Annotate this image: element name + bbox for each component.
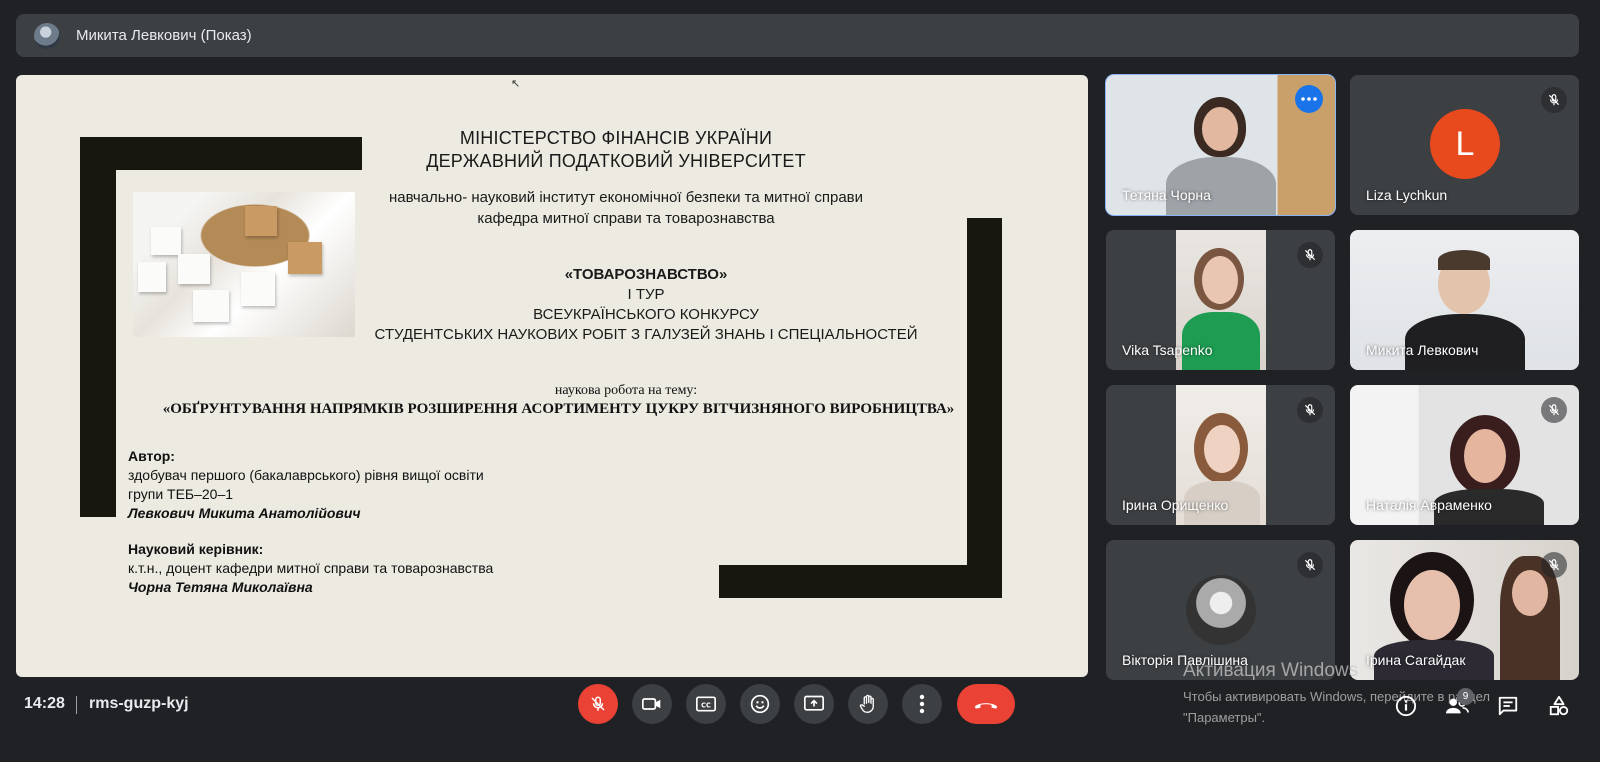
frame-top-left	[80, 137, 362, 170]
ministry-header: МІНІСТЕРСТВО ФІНАНСІВ УКРАЇНИ ДЕРЖАВНИЙ …	[396, 127, 836, 173]
brown-sugar-cube	[245, 206, 277, 236]
ministry-line: МІНІСТЕРСТВО ФІНАНСІВ УКРАЇНИ	[459, 128, 773, 148]
chat-icon	[1498, 696, 1518, 716]
hang-up-icon	[974, 703, 998, 709]
hand-icon	[859, 694, 874, 713]
participant-name: Ірина Сагайдак	[1366, 652, 1466, 668]
institute-header: навчально- науковий інститут економічної…	[376, 187, 876, 229]
divider	[76, 696, 77, 714]
mic-off-icon	[1541, 87, 1567, 113]
participant-tile[interactable]: Микита Левкович	[1350, 230, 1579, 370]
reactions-button[interactable]	[740, 684, 780, 724]
chat-button[interactable]	[1495, 693, 1521, 719]
contest-round: І ТУР	[627, 286, 665, 303]
author-heading: Автор:	[128, 448, 175, 464]
advisor-heading: Науковий керівник:	[128, 541, 264, 557]
camera-icon	[642, 698, 661, 710]
participant-tile[interactable]: Ірина Орищенко	[1106, 385, 1335, 525]
mic-off-icon	[591, 696, 605, 711]
sugar-cube	[241, 272, 275, 306]
participant-name: Наталія Авраменко	[1366, 497, 1492, 513]
presentation-slide: ↖ МІНІСТЕРСТВО ФІНАНСІВ УКРАЇНИ ДЕРЖАВНИ…	[16, 75, 1088, 677]
activities-icon	[1549, 695, 1569, 716]
raise-hand-button[interactable]	[848, 684, 888, 724]
advisor-block: Науковий керівник: к.т.н., доцент кафедр…	[128, 540, 493, 597]
frame-bottom-right	[719, 565, 1002, 598]
participant-count-badge: 9	[1457, 688, 1474, 705]
mic-off-icon	[1541, 552, 1567, 578]
participant-name: Vika Tsapenko	[1122, 342, 1213, 358]
participant-name: Микита Левкович	[1366, 342, 1479, 358]
sugar-cube	[138, 262, 166, 292]
contest-title: ВСЕУКРАЇНСЬКОГО КОНКУРСУ	[533, 306, 759, 323]
author-degree: здобувач першого (бакалаврського) рівня …	[128, 467, 484, 483]
presenter-name: Микита Левкович (Показ)	[76, 27, 252, 44]
presenter-avatar	[34, 22, 60, 49]
meeting-code: rms-guzp-kyj	[89, 695, 189, 712]
mic-off-icon	[1297, 552, 1323, 578]
closed-captions-icon: CC	[696, 696, 716, 712]
participant-tile[interactable]: Ірина Сагайдак	[1350, 540, 1579, 680]
avatar: L	[1430, 109, 1500, 179]
contest-block: «ТОВАРОЗНАВСТВО» І ТУР ВСЕУКРАЇНСЬКОГО К…	[356, 265, 936, 345]
contest-name: «ТОВАРОЗНАВСТВО»	[564, 266, 728, 283]
participant-tile[interactable]: L Liza Lychkun	[1350, 75, 1579, 215]
institute-line: навчально- науковий інститут економічної…	[388, 189, 864, 206]
meeting-info-button[interactable]	[1393, 693, 1419, 719]
participant-name: Тетяна Чорна	[1122, 187, 1211, 203]
advisor-title: к.т.н., доцент кафедри митної справи та …	[128, 560, 494, 576]
topic-title: «ОБҐРУНТУВАННЯ НАПРЯМКІВ РОЗШИРЕННЯ АСОР…	[162, 401, 955, 417]
mic-off-icon	[1297, 242, 1323, 268]
sugar-cube	[178, 254, 210, 284]
participant-name: Ірина Орищенко	[1122, 497, 1229, 513]
sugar-cube	[151, 227, 181, 255]
info-icon	[1395, 695, 1417, 717]
more-options-icon[interactable]	[1295, 85, 1323, 113]
emoji-icon	[750, 694, 770, 714]
svg-text:CC: CC	[701, 701, 711, 709]
author-name: Левкович Микита Анатолійович	[128, 505, 361, 521]
sugar-image	[133, 192, 355, 337]
participant-name: Liza Lychkun	[1366, 187, 1448, 203]
author-group: групи ТЕБ–20–1	[128, 486, 234, 502]
mic-off-icon	[1541, 397, 1567, 423]
end-call-button[interactable]	[957, 684, 1015, 724]
presenter-bar[interactable]: Микита Левкович (Показ)	[16, 14, 1579, 57]
contest-subtitle: СТУДЕНТСЬКИХ НАУКОВИХ РОБІТ З ГАЛУЗЕЙ ЗН…	[374, 326, 918, 343]
mic-off-icon	[1297, 397, 1323, 423]
captions-button[interactable]: CC	[686, 684, 726, 724]
sugar-cube	[193, 290, 229, 322]
mouse-cursor-icon: ↖	[511, 78, 521, 90]
advisor-name: Чорна Тетяна Миколаївна	[128, 579, 313, 595]
present-screen-button[interactable]	[794, 684, 834, 724]
more-vert-icon	[919, 694, 925, 714]
participant-tile[interactable]: Вікторія Павлішина	[1106, 540, 1335, 680]
topic-label: наукова робота на тему:	[554, 383, 698, 398]
author-block: Автор: здобувач першого (бакалаврського)…	[128, 447, 484, 523]
clock: 14:28	[24, 695, 65, 712]
frame-left	[80, 137, 116, 517]
more-options-button[interactable]	[902, 684, 942, 724]
mic-toggle-button[interactable]	[578, 684, 618, 724]
brown-sugar-cube	[288, 242, 322, 274]
participant-tile[interactable]: Vika Tsapenko	[1106, 230, 1335, 370]
camera-toggle-button[interactable]	[632, 684, 672, 724]
avatar	[1186, 575, 1256, 645]
participant-tile[interactable]: Наталія Авраменко	[1350, 385, 1579, 525]
windows-activation-title: Активация Windows	[1183, 660, 1359, 681]
activities-button[interactable]	[1546, 693, 1572, 719]
participant-tile[interactable]: Тетяна Чорна	[1105, 74, 1336, 216]
university-line: ДЕРЖАВНИЙ ПОДАТКОВИЙ УНІВЕРСИТЕТ	[426, 151, 806, 171]
present-icon	[804, 695, 824, 711]
department-line: кафедра митної справи та товарознавства	[477, 210, 775, 227]
